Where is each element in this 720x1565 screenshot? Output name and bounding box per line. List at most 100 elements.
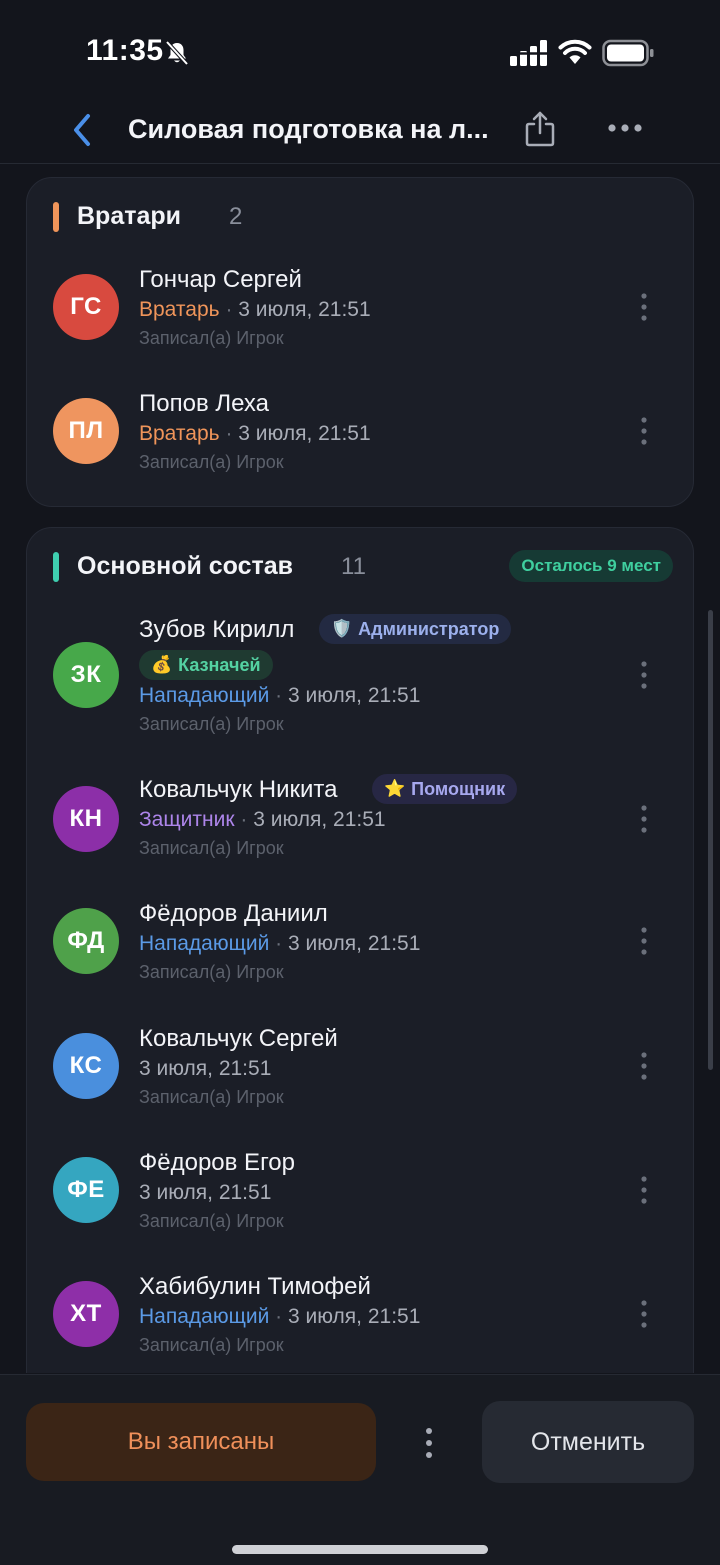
player-row[interactable]: ФД Фёдоров Даниил Нападающий · 3 июля, 2… bbox=[27, 900, 695, 1010]
signed-up-by: Записал(а) Игрок bbox=[139, 838, 284, 858]
signup-time: 3 июля, 21:51 bbox=[238, 298, 371, 321]
signed-up-by: Записал(а) Игрок bbox=[139, 962, 284, 982]
bell-slash-icon bbox=[165, 40, 189, 66]
section-title: Вратари bbox=[77, 202, 182, 230]
player-name: Гончар Сергей bbox=[139, 266, 302, 293]
more-vertical-icon[interactable] bbox=[637, 926, 651, 956]
avatar: ФД bbox=[53, 908, 119, 974]
avatar: КС bbox=[53, 1033, 119, 1099]
signup-time: 3 июля, 21:51 bbox=[139, 1057, 272, 1080]
spots-left-badge: Осталось 9 мест bbox=[509, 550, 673, 582]
avatar: ГС bbox=[53, 274, 119, 340]
player-name: Фёдоров Егор bbox=[139, 1149, 295, 1176]
player-position: Вратарь bbox=[139, 298, 220, 321]
signed-up-button[interactable]: Вы записаны bbox=[26, 1403, 376, 1481]
roster-list[interactable]: Вратари 2 ГС Гончар Сергей Вратарь · 3 и… bbox=[0, 165, 720, 1373]
player-meta: Нападающий · 3 июля, 21:51 bbox=[139, 932, 420, 956]
player-meta: Нападающий · 3 июля, 21:51 bbox=[139, 1305, 420, 1329]
player-row[interactable]: ГС Гончар Сергей Вратарь · 3 июля, 21:51… bbox=[27, 266, 695, 376]
player-name: Попов Леха bbox=[139, 390, 270, 417]
player-meta: Вратарь · 3 июля, 21:51 bbox=[139, 422, 371, 446]
share-icon[interactable] bbox=[524, 110, 556, 148]
section-header-goalies: Вратари 2 bbox=[53, 202, 673, 234]
signed-up-by: Записал(а) Игрок bbox=[139, 328, 284, 348]
signed-up-by: Записал(а) Игрок bbox=[139, 714, 284, 734]
separator: · bbox=[225, 422, 233, 445]
avatar: КН bbox=[53, 786, 119, 852]
player-row[interactable]: ФЕ Фёдоров Егор 3 июля, 21:51 Записал(а)… bbox=[27, 1149, 695, 1259]
separator: · bbox=[225, 298, 233, 321]
more-vertical-icon[interactable] bbox=[637, 1175, 651, 1205]
more-vertical-icon[interactable] bbox=[637, 804, 651, 834]
star-icon: ⭐ bbox=[384, 779, 406, 798]
treasurer-badge: 💰 Казначей bbox=[139, 650, 273, 680]
signup-time: 3 июля, 21:51 bbox=[288, 932, 421, 955]
signed-up-by: Записал(а) Игрок bbox=[139, 1335, 284, 1355]
player-row[interactable]: ХТ Хабибулин Тимофей Нападающий · 3 июля… bbox=[27, 1273, 695, 1373]
section-header-main: Основной состав 11 Осталось 9 мест bbox=[53, 550, 673, 584]
nav-bar: Силовая подготовка на л... bbox=[0, 100, 720, 164]
player-name: Хабибулин Тимофей bbox=[139, 1273, 371, 1300]
avatar: ЗК bbox=[53, 642, 119, 708]
more-vertical-icon[interactable] bbox=[637, 660, 651, 690]
page-title: Силовая подготовка на л... bbox=[128, 114, 489, 144]
status-time: 11:35 bbox=[86, 34, 164, 67]
player-meta: Вратарь · 3 июля, 21:51 bbox=[139, 298, 371, 322]
home-indicator[interactable] bbox=[232, 1545, 488, 1554]
signed-up-by: Записал(а) Игрок bbox=[139, 1087, 284, 1107]
player-name: Ковальчук Никита bbox=[139, 776, 338, 803]
back-chevron-icon[interactable] bbox=[68, 112, 98, 148]
scrollbar[interactable] bbox=[708, 610, 713, 1070]
player-row[interactable]: КН Ковальчук Никита ⭐ Помощник Защитник ·… bbox=[27, 774, 695, 884]
avatar: ФЕ bbox=[53, 1157, 119, 1223]
assistant-badge: ⭐ Помощник bbox=[372, 774, 518, 804]
more-vertical-icon[interactable] bbox=[420, 1427, 438, 1459]
separator: · bbox=[240, 808, 248, 831]
player-position: Нападающий bbox=[139, 1305, 270, 1328]
section-accent-bar bbox=[53, 202, 59, 232]
bottom-action-bar: Вы записаны Отменить bbox=[0, 1374, 720, 1565]
shield-icon: 🛡️ bbox=[331, 619, 353, 638]
separator: · bbox=[275, 684, 283, 707]
separator: · bbox=[275, 1305, 283, 1328]
section-accent-bar bbox=[53, 552, 59, 582]
battery-icon bbox=[602, 39, 654, 67]
player-meta: Защитник · 3 июля, 21:51 bbox=[139, 808, 386, 832]
avatar: ХТ bbox=[53, 1281, 119, 1347]
more-vertical-icon[interactable] bbox=[637, 416, 651, 446]
section-title: Основной состав bbox=[77, 552, 294, 580]
player-position: Защитник bbox=[139, 808, 235, 831]
separator: · bbox=[275, 932, 283, 955]
player-name: Зубов Кирилл bbox=[139, 616, 295, 643]
player-row[interactable]: ЗК Зубов Кирилл 🛡️ Администратор 💰 Казначе… bbox=[27, 614, 695, 738]
player-position: Нападающий bbox=[139, 684, 270, 707]
section-card-goalies: Вратари 2 ГС Гончар Сергей Вратарь · 3 и… bbox=[26, 177, 694, 507]
money-bag-icon: 💰 bbox=[151, 655, 173, 674]
section-card-main: Основной состав 11 Осталось 9 мест ЗК Зу… bbox=[26, 527, 694, 1373]
signup-time: 3 июля, 21:51 bbox=[288, 684, 421, 707]
admin-badge: 🛡️ Администратор bbox=[319, 614, 512, 644]
signup-time: 3 июля, 21:51 bbox=[238, 422, 371, 445]
more-vertical-icon[interactable] bbox=[637, 1299, 651, 1329]
player-name: Фёдоров Даниил bbox=[139, 900, 328, 927]
player-row[interactable]: ПЛ Попов Леха Вратарь · 3 июля, 21:51 За… bbox=[27, 390, 695, 500]
signup-time: 3 июля, 21:51 bbox=[139, 1181, 272, 1204]
wifi-icon bbox=[558, 39, 592, 64]
status-bar: 11:35 bbox=[0, 0, 720, 100]
signed-up-by: Записал(а) Игрок bbox=[139, 1211, 284, 1231]
section-count: 11 bbox=[341, 553, 366, 580]
player-row[interactable]: КС Ковальчук Сергей 3 июля, 21:51 Записа… bbox=[27, 1025, 695, 1135]
player-name: Ковальчук Сергей bbox=[139, 1025, 338, 1052]
player-position: Нападающий bbox=[139, 932, 270, 955]
signup-time: 3 июля, 21:51 bbox=[253, 808, 386, 831]
avatar: ПЛ bbox=[53, 398, 119, 464]
signed-up-by: Записал(а) Игрок bbox=[139, 452, 284, 472]
more-vertical-icon[interactable] bbox=[637, 292, 651, 322]
section-count: 2 bbox=[229, 203, 243, 230]
player-position: Вратарь bbox=[139, 422, 220, 445]
cancel-button[interactable]: Отменить bbox=[482, 1401, 694, 1483]
signal-icon bbox=[510, 40, 548, 66]
player-meta: Нападающий · 3 июля, 21:51 bbox=[139, 684, 420, 708]
more-vertical-icon[interactable] bbox=[637, 1051, 651, 1081]
more-horizontal-icon[interactable] bbox=[606, 120, 644, 136]
